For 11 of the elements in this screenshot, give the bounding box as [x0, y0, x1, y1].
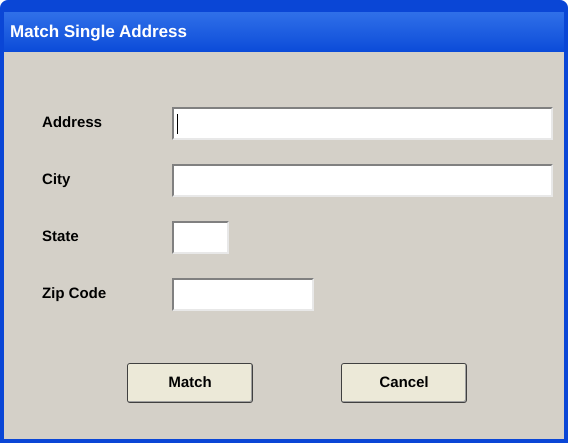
field-label: State	[42, 227, 80, 248]
dialog-button[interactable]: Cancel	[341, 363, 467, 403]
input-field[interactable]	[172, 221, 229, 254]
field-label: City	[42, 170, 72, 190]
field-label: Address	[42, 113, 104, 134]
input-field[interactable]	[172, 278, 314, 311]
input-field[interactable]	[172, 164, 553, 197]
dialog-button[interactable]: Match	[127, 363, 253, 403]
field-label: Zip Code	[42, 284, 108, 304]
window-title: Match Single Address	[10, 21, 187, 44]
input-field[interactable]	[172, 107, 553, 140]
